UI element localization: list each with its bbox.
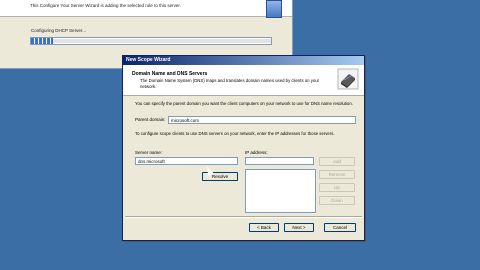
network-server-icon <box>337 68 359 90</box>
server-name-input[interactable]: dns.microsoft <box>135 157 238 165</box>
remove-button[interactable]: Remove <box>319 170 355 179</box>
next-button[interactable]: Next > <box>284 223 314 232</box>
back-button[interactable]: < Back <box>249 223 279 232</box>
new-scope-wizard-dialog: New Scope Wizard Domain Name and DNS Ser… <box>122 55 365 241</box>
dialog-titlebar[interactable]: New Scope Wizard <box>123 56 364 65</box>
progress-bar-fill <box>31 38 53 44</box>
background-wizard-description: This Configure Your Server Wizard is add… <box>30 3 181 8</box>
dns-servers-text: To configure scope clients to use DNS se… <box>135 131 335 136</box>
dialog-title: New Scope Wizard <box>126 57 171 63</box>
progress-label: Configuring DHCP Server... <box>31 28 86 33</box>
server-name-label: Server name: <box>135 150 163 155</box>
parent-domain-input[interactable]: microsoft.com <box>168 116 356 124</box>
ip-address-input[interactable] <box>245 157 314 165</box>
progress-bar-track <box>52 39 271 43</box>
intro-text: You can specify the parent domain you wa… <box>135 101 353 106</box>
parent-domain-label: Parent domain: <box>135 117 166 122</box>
up-button[interactable]: Up <box>319 183 355 192</box>
dns-server-list[interactable] <box>245 169 316 213</box>
wizard-subheading: The Domain Name System (DNS) maps and tr… <box>140 78 320 89</box>
add-button[interactable]: Add <box>319 157 355 166</box>
ip-address-label: IP address: <box>245 150 268 155</box>
wizard-header: Domain Name and DNS Servers The Domain N… <box>123 65 364 96</box>
progress-bar <box>30 37 272 45</box>
background-wizard-header: This Configure Your Server Wizard is add… <box>0 0 292 18</box>
footer-separator <box>125 216 362 218</box>
cancel-button[interactable]: Cancel <box>324 223 356 232</box>
down-button[interactable]: Down <box>319 196 355 205</box>
wizard-heading: Domain Name and DNS Servers <box>132 71 208 77</box>
server-icon <box>266 0 282 18</box>
